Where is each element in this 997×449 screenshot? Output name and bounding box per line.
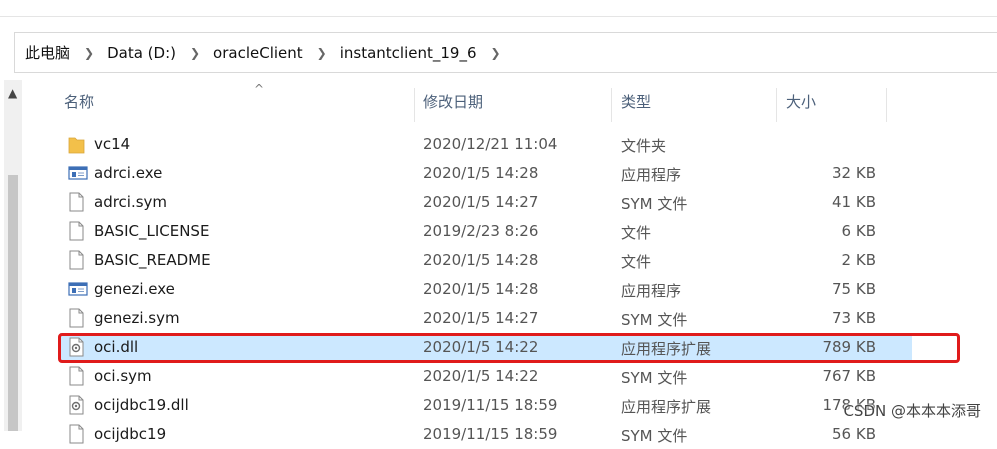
file-size: 73 KB (832, 309, 876, 327)
file-size: 41 KB (832, 193, 876, 211)
file-icon (68, 250, 85, 270)
file-date: 2020/1/5 14:27 (423, 193, 539, 211)
file-size: 32 KB (832, 164, 876, 182)
file-size: 75 KB (832, 280, 876, 298)
column-name[interactable]: 名称 (64, 80, 414, 122)
divider (0, 16, 997, 17)
file-icon (68, 424, 85, 444)
file-icon (68, 366, 85, 386)
file-name: oci.sym (94, 367, 152, 385)
column-divider[interactable] (886, 88, 887, 122)
annotation-highlight-box (58, 333, 960, 363)
file-name: adrci.exe (94, 164, 163, 182)
scrollbar-thumb[interactable] (8, 175, 18, 431)
file-name: BASIC_LICENSE (94, 222, 210, 240)
chevron-right-icon[interactable]: ❯ (317, 46, 327, 60)
file-name: ocijdbc19 (94, 425, 167, 443)
column-modified-label: 修改日期 (423, 93, 484, 111)
file-row[interactable]: BASIC_README 2020/1/5 14:28 文件 2 KB (60, 246, 912, 275)
file-type: 文件夹 (621, 137, 667, 155)
window-top-area (0, 0, 997, 14)
file-type: SYM 文件 (621, 311, 688, 329)
chevron-right-icon[interactable]: ❯ (190, 46, 200, 60)
column-type[interactable]: 类型 (621, 80, 771, 122)
file-size: 6 KB (841, 222, 876, 240)
folder-icon (68, 134, 85, 154)
file-row[interactable]: ocijdbc19.dll 2019/11/15 18:59 应用程序扩展 178 K… (60, 391, 912, 420)
file-type: SYM 文件 (621, 195, 688, 213)
breadcrumb-instantclient[interactable]: instantclient_19_6 (340, 44, 477, 62)
file-type: SYM 文件 (621, 369, 688, 387)
file-name: adrci.sym (94, 193, 168, 211)
file-type: 文件 (621, 253, 652, 271)
file-date: 2020/1/5 14:22 (423, 367, 539, 385)
file-name: genezi.exe (94, 280, 175, 298)
dll-icon (68, 395, 85, 415)
file-date: 2020/1/5 14:28 (423, 280, 539, 298)
column-divider[interactable] (611, 88, 612, 122)
file-row[interactable]: BASIC_LICENSE 2019/2/23 8:26 文件 6 KB (60, 217, 912, 246)
file-row[interactable]: oci.sym 2020/1/5 14:22 SYM 文件 767 KB (60, 362, 912, 391)
column-header: 名称 ^ 修改日期 类型 大小 (24, 80, 997, 122)
file-type: 应用程序扩展 (621, 398, 712, 416)
file-date: 2020/1/5 14:28 (423, 251, 539, 269)
file-name: BASIC_README (94, 251, 211, 269)
column-divider[interactable] (414, 88, 415, 122)
chevron-right-icon[interactable]: ❯ (84, 46, 94, 60)
file-name: vc14 (94, 135, 131, 153)
exe-icon (68, 163, 88, 183)
file-row[interactable]: adrci.sym 2020/1/5 14:27 SYM 文件 41 KB (60, 188, 912, 217)
column-type-label: 类型 (621, 93, 652, 111)
file-icon (68, 192, 85, 212)
file-name: genezi.sym (94, 309, 180, 327)
file-size: 56 KB (832, 425, 876, 443)
breadcrumb-oracleclient[interactable]: oracleClient (213, 44, 303, 62)
file-row[interactable]: ocijdbc19 2019/11/15 18:59 SYM 文件 56 KB (60, 420, 912, 449)
address-bar[interactable]: 此电脑 ❯ Data (D:) ❯ oracleClient ❯ instant… (14, 32, 997, 73)
file-row[interactable]: vc14 2020/12/21 11:04 文件夹 (60, 130, 912, 159)
file-type: SYM 文件 (621, 427, 688, 445)
sort-ascending-icon: ^ (254, 82, 265, 96)
file-date: 2019/11/15 18:59 (423, 425, 558, 443)
file-icon (68, 221, 85, 241)
file-type: 应用程序 (621, 166, 682, 184)
file-date: 2020/12/21 11:04 (423, 135, 558, 153)
file-row[interactable]: genezi.exe 2020/1/5 14:28 应用程序 75 KB (60, 275, 912, 304)
breadcrumb-this-pc[interactable]: 此电脑 (25, 42, 70, 63)
file-size: 767 KB (822, 367, 876, 385)
column-modified[interactable]: 修改日期 (423, 80, 603, 122)
file-row[interactable]: genezi.sym 2020/1/5 14:27 SYM 文件 73 KB (60, 304, 912, 333)
file-date: 2020/1/5 14:27 (423, 309, 539, 327)
column-size[interactable]: 大小 (786, 80, 886, 122)
watermark: CSDN @本本本添哥 (843, 402, 981, 420)
column-size-label: 大小 (786, 93, 817, 111)
breadcrumb-data-drive[interactable]: Data (D:) (107, 44, 176, 62)
file-date: 2019/11/15 18:59 (423, 396, 558, 414)
file-type: 应用程序 (621, 282, 682, 300)
exe-icon (68, 279, 88, 299)
file-row[interactable]: adrci.exe 2020/1/5 14:28 应用程序 32 KB (60, 159, 912, 188)
column-divider[interactable] (776, 88, 777, 122)
file-type: 文件 (621, 224, 652, 242)
file-date: 2019/2/23 8:26 (423, 222, 539, 240)
file-icon (68, 308, 85, 328)
scroll-up-icon[interactable]: ▲ (8, 86, 17, 100)
column-name-label: 名称 (64, 93, 95, 111)
file-date: 2020/1/5 14:28 (423, 164, 539, 182)
chevron-right-icon[interactable]: ❯ (491, 46, 501, 60)
file-size: 2 KB (841, 251, 876, 269)
file-name: ocijdbc19.dll (94, 396, 189, 414)
vertical-scrollbar[interactable]: ▲ (4, 80, 22, 431)
